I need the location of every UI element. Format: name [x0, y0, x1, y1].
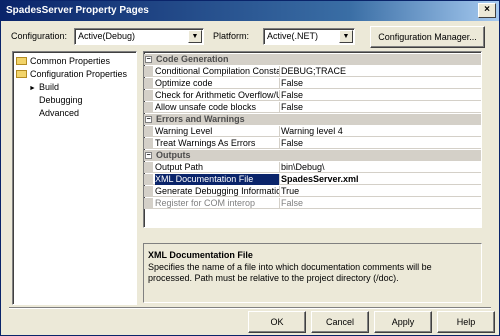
column-divider: [279, 198, 280, 208]
platform-value: Active(.NET): [267, 31, 319, 41]
column-divider: [279, 126, 280, 136]
property-row[interactable]: Warning Level Warning level 4: [144, 126, 481, 137]
category-outputs[interactable]: − Outputs: [144, 150, 481, 161]
collapse-icon[interactable]: −: [145, 116, 152, 123]
platform-label: Platform:: [213, 31, 250, 41]
category-code-generation[interactable]: − Code Generation: [144, 54, 481, 65]
column-divider: [279, 102, 280, 112]
property-grid: − Code Generation Conditional Compilatio…: [143, 51, 482, 228]
folder-icon: [16, 57, 27, 65]
property-row[interactable]: Optimize code False: [144, 78, 481, 89]
property-row[interactable]: Allow unsafe code blocks False: [144, 102, 481, 113]
property-row-selected[interactable]: XML Documentation File SpadesServer.xml: [144, 174, 481, 185]
column-divider: [279, 162, 280, 172]
category-label: Code Generation: [156, 54, 229, 64]
divider: [9, 307, 491, 309]
row-gutter: [144, 78, 153, 88]
property-value[interactable]: False: [281, 90, 479, 101]
open-folder-icon: [16, 70, 27, 78]
collapse-icon[interactable]: −: [145, 152, 152, 159]
configuration-dropdown[interactable]: Active(Debug) ▼: [74, 28, 204, 45]
property-value[interactable]: Warning level 4: [281, 126, 479, 137]
cancel-button[interactable]: Cancel: [311, 311, 369, 333]
configuration-label: Configuration:: [11, 31, 68, 41]
property-row-disabled: Register for COM interop False: [144, 198, 481, 209]
column-divider: [279, 174, 280, 184]
property-value: False: [281, 198, 304, 208]
property-name: XML Documentation File: [155, 174, 279, 185]
chevron-down-icon: ▼: [188, 30, 202, 43]
property-name: Generate Debugging Information: [155, 186, 279, 196]
property-name: Optimize code: [155, 78, 213, 88]
property-name: Output Path: [155, 162, 204, 172]
property-pages-window: SpadesServer Property Pages × Configurat…: [0, 0, 500, 336]
category-errors-and-warnings[interactable]: − Errors and Warnings: [144, 114, 481, 125]
platform-dropdown[interactable]: Active(.NET) ▼: [263, 28, 355, 45]
property-row[interactable]: Conditional Compilation Constants DEBUG;…: [144, 66, 481, 77]
configuration-manager-button[interactable]: Configuration Manager...: [370, 26, 485, 48]
tree-item-label: Build: [38, 82, 59, 92]
property-value[interactable]: bin\Debug\: [281, 162, 479, 173]
column-divider: [279, 138, 280, 148]
property-row[interactable]: Generate Debugging Information True: [144, 186, 481, 197]
tree-item-label: Configuration Properties: [30, 69, 128, 79]
property-value[interactable]: False: [281, 102, 479, 113]
property-name: Treat Warnings As Errors: [155, 138, 256, 148]
help-button[interactable]: Help: [437, 311, 495, 333]
tree-item-debugging[interactable]: Debugging: [39, 94, 83, 106]
row-gutter: [144, 102, 153, 112]
row-gutter: [144, 186, 153, 196]
column-divider: [279, 186, 280, 196]
property-name: Conditional Compilation Constants: [155, 66, 279, 76]
tree-item-common-properties[interactable]: Common Properties: [16, 55, 110, 67]
collapse-icon[interactable]: −: [145, 56, 152, 63]
tree-item-configuration-properties[interactable]: Configuration Properties: [16, 68, 127, 80]
tree-item-build[interactable]: ► Build: [29, 81, 59, 93]
row-gutter: [144, 66, 153, 76]
row-gutter: [144, 90, 153, 100]
chevron-down-icon: ▼: [339, 30, 353, 43]
property-name: Warning Level: [155, 126, 213, 136]
column-divider: [279, 90, 280, 100]
category-label: Errors and Warnings: [156, 114, 245, 124]
tree-item-advanced[interactable]: Advanced: [39, 107, 79, 119]
category-label: Outputs: [156, 150, 191, 160]
property-value[interactable]: DEBUG;TRACE: [281, 66, 479, 77]
row-gutter: [144, 198, 153, 208]
column-divider: [279, 66, 280, 76]
property-value[interactable]: True: [281, 186, 479, 197]
settings-tree: Common Properties Configuration Properti…: [12, 51, 137, 305]
window-title: SpadesServer Property Pages: [6, 5, 149, 16]
row-gutter: [144, 162, 153, 172]
description-title: XML Documentation File: [148, 250, 253, 260]
close-button[interactable]: ×: [478, 3, 496, 18]
property-value-input[interactable]: SpadesServer.xml: [281, 174, 479, 185]
arrow-right-icon: ►: [29, 85, 36, 92]
title-bar: SpadesServer Property Pages ×: [1, 1, 499, 21]
property-name: Register for COM interop: [155, 198, 256, 208]
description-text: Specifies the name of a file into which …: [148, 262, 432, 283]
property-row[interactable]: Check for Arithmetic Overflow/Underflow …: [144, 90, 481, 101]
row-gutter: [144, 174, 153, 184]
property-row[interactable]: Output Path bin\Debug\: [144, 162, 481, 173]
property-value[interactable]: False: [281, 78, 479, 89]
description-panel: XML Documentation File Specifies the nam…: [143, 243, 482, 303]
apply-button[interactable]: Apply: [374, 311, 432, 333]
column-divider: [279, 78, 280, 88]
property-name: Allow unsafe code blocks: [155, 102, 257, 112]
ok-button[interactable]: OK: [248, 311, 306, 333]
property-value[interactable]: False: [281, 138, 479, 149]
tree-item-label: Common Properties: [30, 56, 111, 66]
row-gutter: [144, 138, 153, 148]
property-name: Check for Arithmetic Overflow/Underflow: [155, 90, 279, 100]
row-gutter: [144, 126, 153, 136]
property-row[interactable]: Treat Warnings As Errors False: [144, 138, 481, 149]
configuration-value: Active(Debug): [78, 31, 136, 41]
